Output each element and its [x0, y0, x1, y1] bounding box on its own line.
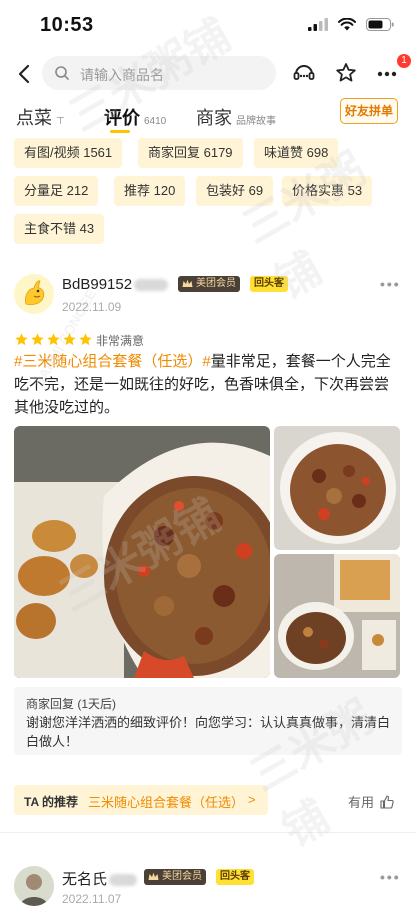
tab-merchant[interactable]: 商家 品牌故事	[196, 104, 276, 130]
avatar[interactable]	[14, 274, 54, 314]
crown-icon	[148, 872, 159, 880]
search-placeholder: 请输入商品名	[80, 67, 164, 83]
rating-stars	[14, 332, 93, 347]
chip-good-value[interactable]: 价格实惠 53	[282, 176, 373, 206]
tab-menu[interactable]: 点菜 ⊤	[16, 104, 65, 130]
star-icon	[31, 333, 44, 346]
user-photo-avatar-icon	[14, 866, 54, 906]
username-text: BdB99152	[62, 276, 133, 293]
wifi-icon	[338, 18, 356, 31]
chip-with-photos[interactable]: 有图/视频 1561	[14, 138, 123, 168]
tab-reviews-count: 6410	[144, 116, 167, 127]
repeat-customer-badge: 回头客	[250, 276, 288, 292]
username-masked	[134, 279, 169, 292]
congee-photo-image	[14, 426, 270, 678]
back-arrow-icon[interactable]	[14, 62, 36, 86]
battery-icon	[366, 18, 394, 31]
pin-icon: ⊤	[56, 116, 65, 127]
search-input[interactable]: 请输入商品名	[42, 56, 276, 90]
chip-good-portion[interactable]: 分量足 212	[14, 176, 99, 206]
tab-menu-label: 点菜	[16, 108, 52, 128]
congee-bowl-image	[274, 426, 400, 550]
signal-icon	[308, 18, 328, 31]
recommended-dish-name: 三米随心组合套餐（任选）	[88, 795, 245, 810]
friend-group-order-button[interactable]: 好友拼单	[340, 98, 398, 124]
search-icon	[55, 66, 69, 80]
recommended-dish[interactable]: TA 的推荐 三米随心组合套餐（任选） >	[14, 785, 268, 815]
avatar[interactable]	[14, 866, 54, 906]
tab-reviews-label: 评价	[104, 108, 140, 128]
useful-label: 有用	[348, 795, 375, 810]
chip-good-packaging[interactable]: 包装好 69	[196, 176, 274, 206]
review-photo-3[interactable]	[274, 554, 400, 678]
useful-button[interactable]: 有用	[348, 792, 394, 811]
review-date: 2022.11.09	[62, 300, 122, 314]
top-nav: 请输入商品名 1	[0, 54, 416, 94]
status-time: 10:53	[40, 14, 94, 36]
username-masked	[109, 874, 138, 887]
status-bar: 10:53	[0, 0, 416, 50]
star-icon	[47, 333, 60, 346]
chip-good-taste[interactable]: 味道赞 698	[254, 138, 339, 168]
review-photos	[14, 426, 400, 678]
rating-label: 非常满意	[96, 334, 145, 348]
customer-service-icon[interactable]	[292, 61, 316, 85]
review-photo-2[interactable]	[274, 426, 400, 550]
star-icon	[15, 333, 28, 346]
status-icons	[308, 18, 394, 31]
review-username: 无名氏	[62, 868, 138, 889]
merchant-reply: 商家回复 (1天后) 谢谢您洋洋洒洒的细致评价！向您学习：认认真真做事，清清白白…	[14, 687, 402, 755]
thumbs-up-icon	[380, 795, 394, 809]
tab-reviews[interactable]: 评价 6410	[104, 104, 166, 130]
more-icon[interactable]	[377, 71, 397, 77]
review-divider	[0, 832, 416, 833]
review-photo-main[interactable]	[14, 426, 270, 678]
kangaroo-avatar-icon	[14, 274, 54, 314]
review-username: BdB99152	[62, 276, 169, 293]
username-text: 无名氏	[62, 871, 108, 888]
review-text: #三米随心组合套餐（任选）#量非常足，套餐一个人完全吃不完，还是一如既往的好吃，…	[14, 350, 402, 419]
star-icon	[63, 333, 76, 346]
chip-merchant-reply[interactable]: 商家回复 6179	[138, 138, 243, 168]
star-icon	[79, 333, 92, 346]
repeat-customer-badge: 回头客	[216, 869, 254, 885]
review-date: 2022.11.07	[62, 892, 122, 906]
chip-good-staple[interactable]: 主食不错 43	[14, 214, 105, 244]
chip-recommend[interactable]: 推荐 120	[114, 176, 186, 206]
review-dish-tag[interactable]: #三米随心组合套餐（任选）#	[14, 353, 211, 370]
merchant-reply-title: 商家回复 (1天后)	[26, 697, 117, 711]
notification-badge: 1	[397, 54, 411, 68]
active-tab-indicator	[110, 130, 130, 133]
review-more-icon[interactable]: •••	[380, 276, 401, 292]
crown-icon	[182, 279, 193, 287]
chevron-right-icon: >	[248, 792, 256, 807]
member-badge-text: 美团会员	[196, 278, 236, 289]
recommended-label: TA 的推荐	[24, 795, 78, 809]
favorite-star-icon[interactable]	[334, 61, 358, 85]
tab-merchant-label: 商家	[196, 108, 232, 128]
member-badge: 美团会员	[178, 276, 240, 292]
merchant-reply-text: 谢谢您洋洋洒洒的细致评价！向您学习：认认真真做事，清清白白做人！	[26, 715, 391, 749]
tab-bar: 点菜 ⊤ 评价 6410 商家 品牌故事 好友拼单	[0, 96, 416, 134]
tab-merchant-sub: 品牌故事	[236, 116, 276, 127]
member-badge: 美团会员	[144, 869, 206, 885]
takeout-order-image	[274, 554, 400, 678]
review-more-icon[interactable]: •••	[380, 869, 401, 885]
member-badge-text: 美团会员	[162, 871, 202, 882]
